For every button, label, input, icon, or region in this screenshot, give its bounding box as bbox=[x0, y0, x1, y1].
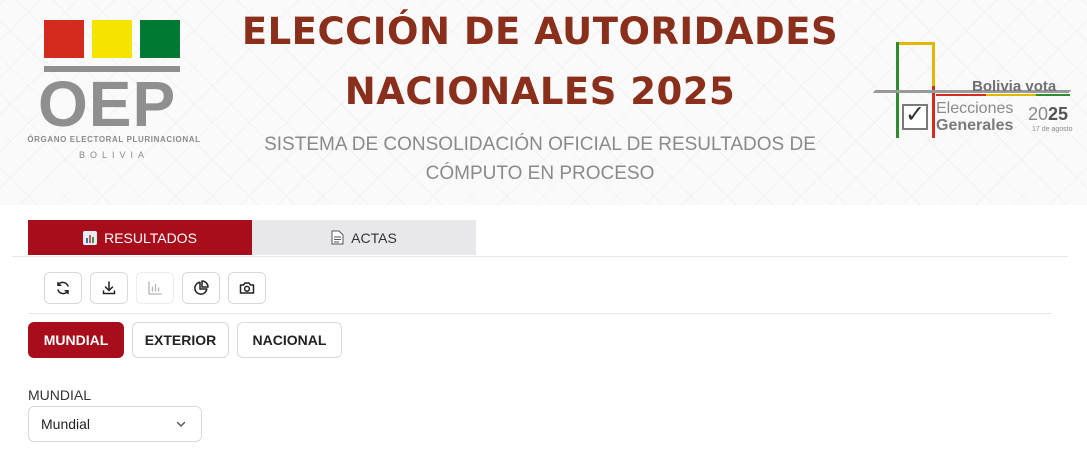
header-banner: OEP ÓRGANO ELECTORAL PLURINACIONAL BOLIV… bbox=[0, 0, 1087, 205]
page-title-line2: NACIONALES 2025 bbox=[344, 70, 736, 113]
campaign-year-suffix: 25 bbox=[1048, 104, 1069, 124]
flag-red-block bbox=[44, 20, 84, 58]
campaign-word-elecciones: Elecciones bbox=[936, 100, 1014, 117]
scope-button-nacional[interactable]: NACIONAL bbox=[237, 322, 342, 358]
bar-chart-icon bbox=[148, 281, 162, 295]
bar-chart-icon bbox=[83, 230, 98, 245]
download-button[interactable] bbox=[90, 272, 128, 304]
page-title: ELECCIÓN DE AUTORIDADES NACIONALES 2025 bbox=[200, 2, 880, 122]
scope-select-value: Mundial bbox=[41, 416, 91, 432]
main-tabs: RESULTADOS ACTAS bbox=[28, 220, 476, 255]
chart-button[interactable] bbox=[136, 272, 174, 304]
flag-green-block bbox=[140, 20, 180, 58]
scope-button-mundial[interactable]: MUNDIAL bbox=[28, 322, 124, 358]
oep-logo-text: OEP bbox=[38, 68, 177, 140]
campaign-year-prefix: 20 bbox=[1028, 104, 1049, 124]
tabs-divider bbox=[12, 256, 1068, 257]
oep-logo-country: BOLIVIA bbox=[78, 150, 149, 160]
oep-logo-subtitle: ÓRGANO ELECTORAL PLURINACIONAL bbox=[27, 135, 201, 144]
pie-chart-icon bbox=[194, 280, 209, 295]
refresh-icon bbox=[57, 281, 69, 295]
elecciones-generales-logo: Bolivia vota ✓ Elecciones Generales 2025… bbox=[866, 38, 1080, 148]
bolivia-vota-tagline: Bolivia vota bbox=[972, 78, 1057, 95]
scope-select-label: MUNDIAL bbox=[28, 387, 92, 403]
tab-resultados-label: RESULTADOS bbox=[104, 229, 197, 246]
camera-icon bbox=[239, 282, 255, 294]
refresh-button[interactable] bbox=[44, 272, 82, 304]
toolbar-divider bbox=[28, 313, 1052, 314]
tab-actas[interactable]: ACTAS bbox=[252, 220, 476, 255]
oep-logo: OEP ÓRGANO ELECTORAL PLURINACIONAL BOLIV… bbox=[18, 18, 210, 168]
document-icon bbox=[331, 230, 344, 245]
scope-select[interactable]: Mundial bbox=[28, 406, 202, 442]
page-subtitle: SISTEMA DE CONSOLIDACIÓN OFICIAL DE RESU… bbox=[260, 130, 820, 188]
checkmark-icon: ✓ bbox=[905, 101, 926, 128]
chevron-down-icon bbox=[176, 421, 186, 427]
scope-button-exterior[interactable]: EXTERIOR bbox=[132, 322, 229, 358]
pie-chart-button[interactable] bbox=[182, 272, 220, 304]
download-icon bbox=[102, 281, 116, 295]
page-subtitle-line1: SISTEMA DE CONSOLIDACIÓN OFICIAL DE RESU… bbox=[264, 134, 816, 155]
campaign-word-generales: Generales bbox=[936, 117, 1014, 134]
tab-resultados[interactable]: RESULTADOS bbox=[28, 220, 252, 255]
tab-actas-label: ACTAS bbox=[351, 229, 397, 246]
page: OEP ÓRGANO ELECTORAL PLURINACIONAL BOLIV… bbox=[0, 0, 1087, 457]
page-title-line1: ELECCIÓN DE AUTORIDADES bbox=[241, 10, 839, 53]
flag-yellow-block bbox=[92, 20, 132, 58]
campaign-year: 2025 bbox=[1028, 104, 1068, 125]
campaign-date: 17 de agosto bbox=[1032, 126, 1073, 133]
page-subtitle-line2: CÓMPUTO EN PROCESO bbox=[425, 163, 655, 184]
screenshot-button[interactable] bbox=[228, 272, 266, 304]
